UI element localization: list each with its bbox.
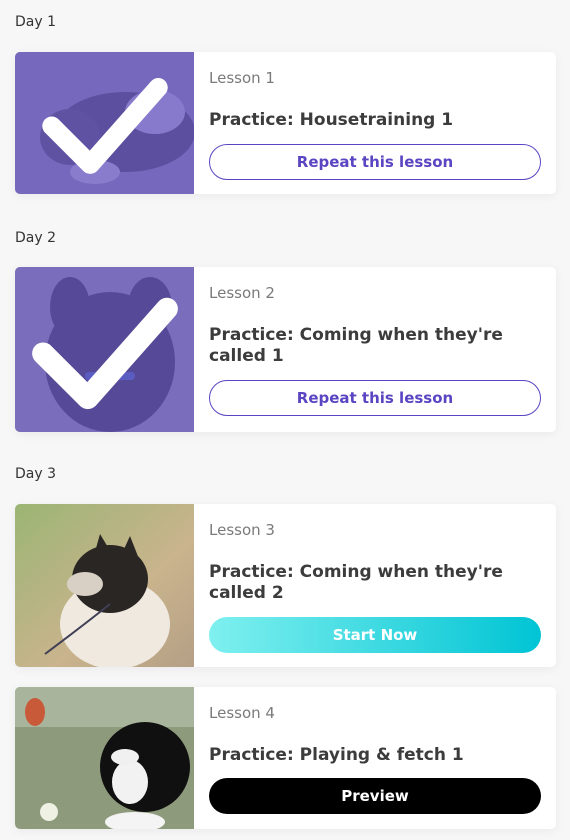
preview-button[interactable]: Preview — [209, 778, 541, 814]
lesson-title: Practice: Coming when they're called 2 — [209, 562, 503, 603]
lesson-plan: Day 1 Lesson 1 Practice: Housetraining 1… — [0, 0, 570, 840]
lesson-thumbnail-4 — [15, 687, 194, 829]
lesson-thumbnail-1 — [15, 52, 194, 194]
day-label-3: Day 3 — [15, 466, 57, 482]
lesson-number: Lesson 3 — [209, 521, 275, 539]
lesson-content-3: Lesson 3 Practice: Coming when they're c… — [209, 504, 541, 667]
repeat-lesson-button[interactable]: Repeat this lesson — [209, 144, 541, 180]
start-now-button[interactable]: Start Now — [209, 617, 541, 653]
lesson-content-1: Lesson 1 Practice: Housetraining 1 Repea… — [209, 52, 541, 194]
lesson-thumbnail-2 — [15, 267, 194, 432]
checkmark-icon — [41, 78, 168, 174]
lesson-title: Practice: Playing & fetch 1 — [209, 745, 464, 765]
lesson-number: Lesson 1 — [209, 69, 275, 87]
lesson-card-4[interactable]: Lesson 4 Practice: Playing & fetch 1 Pre… — [15, 687, 556, 829]
lesson-title: Practice: Coming when they're called 1 — [209, 325, 503, 366]
lesson-card-2[interactable]: Lesson 2 Practice: Coming when they're c… — [15, 267, 556, 432]
day-label-1: Day 1 — [15, 14, 57, 30]
lesson-title: Practice: Housetraining 1 — [209, 110, 454, 130]
dog-photo-3 — [15, 504, 194, 667]
lesson-card-1[interactable]: Lesson 1 Practice: Housetraining 1 Repea… — [15, 52, 556, 194]
lesson-number: Lesson 4 — [209, 704, 275, 722]
lesson-number: Lesson 2 — [209, 284, 275, 302]
checkmark-icon — [31, 297, 178, 409]
lesson-card-3[interactable]: Lesson 3 Practice: Coming when they're c… — [15, 504, 556, 667]
day-label-2: Day 2 — [15, 230, 57, 246]
lesson-content-4: Lesson 4 Practice: Playing & fetch 1 Pre… — [209, 687, 541, 829]
dog-photo-4 — [15, 687, 194, 829]
lesson-thumbnail-3 — [15, 504, 194, 667]
lesson-content-2: Lesson 2 Practice: Coming when they're c… — [209, 267, 541, 432]
repeat-lesson-button[interactable]: Repeat this lesson — [209, 380, 541, 416]
